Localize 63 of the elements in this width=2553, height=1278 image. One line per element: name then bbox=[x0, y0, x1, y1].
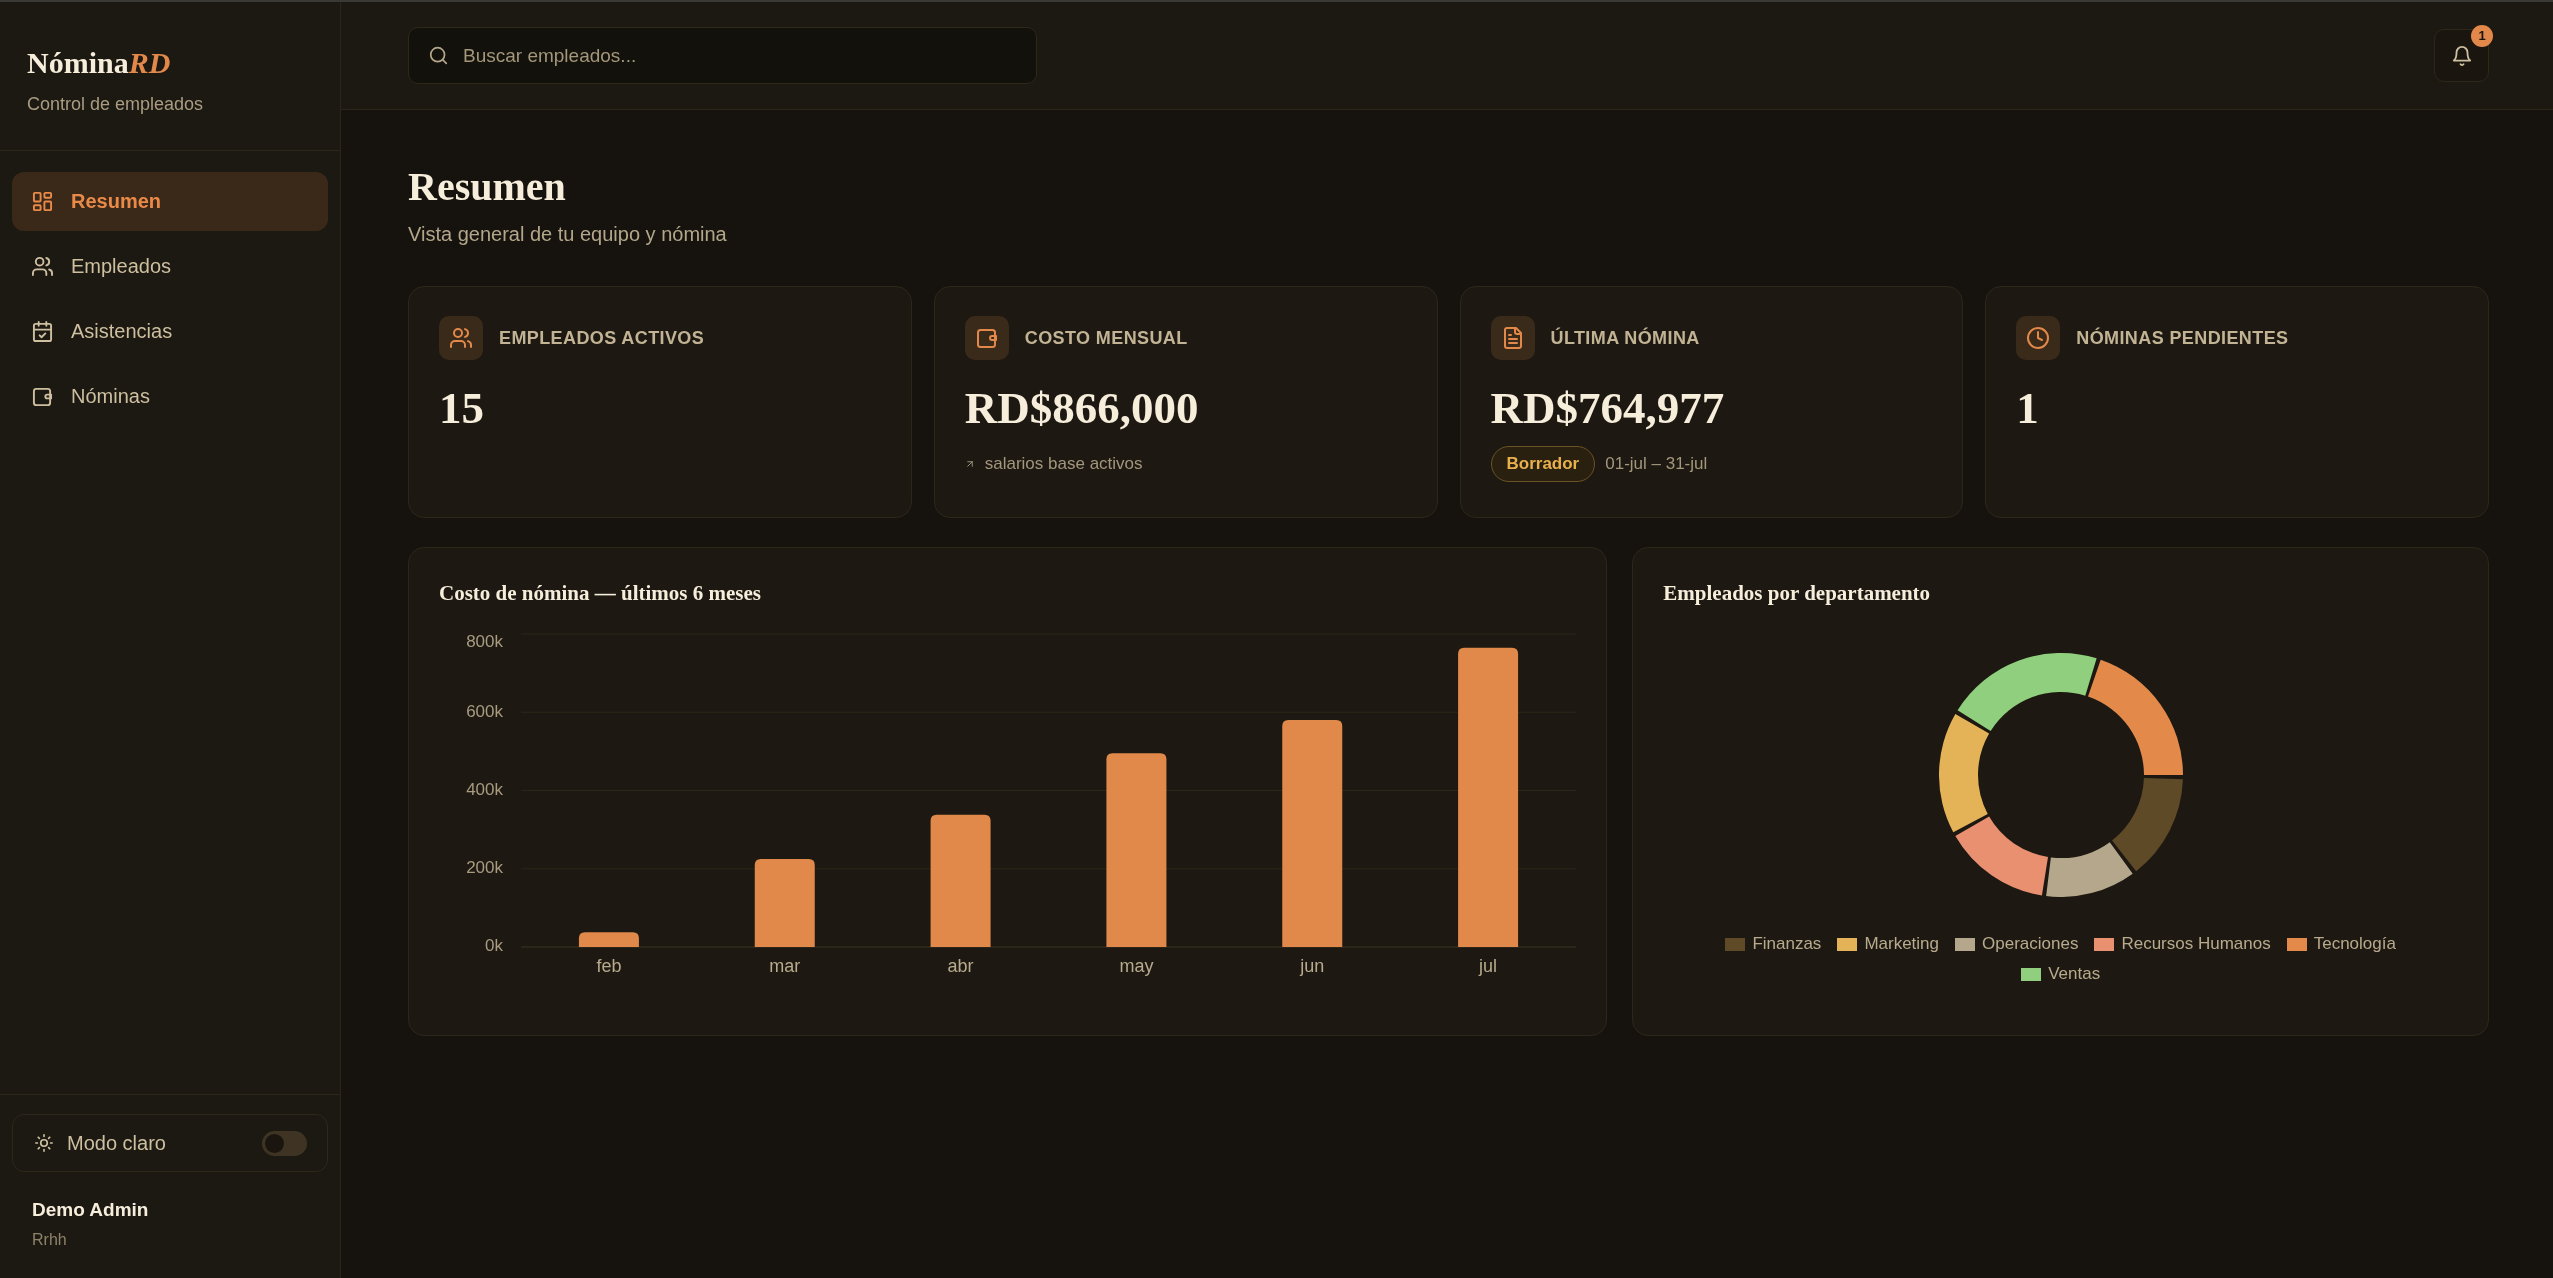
theme-label: Modo claro bbox=[67, 1131, 167, 1155]
period-text: 01-jul – 31-jul bbox=[1605, 454, 1708, 474]
axis-label: abr bbox=[947, 955, 974, 976]
nav-item[interactable]: Resumen bbox=[12, 172, 328, 231]
stat-label: NÓMINAS PENDIENTES bbox=[2076, 327, 2289, 349]
axis-label: jul bbox=[1479, 955, 1498, 976]
wallet-icon bbox=[964, 316, 1009, 360]
document-icon bbox=[1490, 316, 1535, 360]
stat-label: EMPLEADOS ACTIVOS bbox=[499, 327, 705, 349]
axis-label: mar bbox=[769, 955, 801, 976]
user-name: Demo Admin bbox=[32, 1198, 150, 1222]
legend-swatch-icon bbox=[1955, 937, 1975, 951]
legend-label: Tecnología bbox=[2313, 933, 2396, 955]
page-title: Resumen bbox=[408, 165, 567, 209]
legend-swatch-icon bbox=[2094, 937, 2115, 951]
legend-swatch-icon bbox=[1837, 937, 1858, 951]
clock-icon bbox=[2016, 316, 2061, 360]
axis-label: 600k bbox=[466, 701, 503, 721]
arrow-up-right-icon bbox=[964, 459, 975, 469]
stat-label: COSTO MENSUAL bbox=[1024, 327, 1188, 349]
stat-value: 15 bbox=[439, 384, 485, 432]
legend-swatch-icon bbox=[2021, 967, 2042, 981]
people-icon bbox=[439, 316, 483, 360]
chart-title: Empleados por departamento bbox=[1663, 580, 1932, 607]
search-field[interactable]: Buscar empleados... bbox=[408, 27, 1037, 84]
chart-title: Costo de nómina — últimos 6 meses bbox=[439, 580, 762, 607]
app-logo: NóminaRD bbox=[27, 45, 172, 81]
notification-badge: 1 bbox=[2471, 25, 2493, 47]
bell-icon bbox=[2451, 45, 2472, 66]
legend-swatch-icon bbox=[2286, 937, 2307, 951]
wallet-icon bbox=[32, 386, 53, 407]
nav-item[interactable]: Asistencias bbox=[12, 302, 328, 361]
axis-label: 800k bbox=[466, 632, 503, 652]
axis-label: 400k bbox=[466, 780, 503, 799]
bar bbox=[578, 932, 639, 947]
status-badge: Borrador bbox=[1490, 446, 1596, 482]
stat-value: 1 bbox=[2016, 384, 2040, 432]
toggle-switch[interactable] bbox=[262, 1130, 307, 1156]
calendar-check-icon bbox=[32, 321, 53, 342]
stat-value: RD$866,000 bbox=[964, 384, 1200, 432]
stat-note: salarios base activos bbox=[984, 454, 1143, 474]
axis-label: 0k bbox=[485, 936, 503, 956]
legend-label: Operaciones bbox=[1982, 933, 2079, 955]
legend-label: Marketing bbox=[1864, 933, 1939, 955]
grid-icon bbox=[32, 191, 53, 212]
app-subtitle: Control de empleados bbox=[27, 93, 205, 116]
sun-icon bbox=[35, 1134, 53, 1152]
nav-item[interactable]: Empleados bbox=[12, 237, 328, 296]
legend-label: Ventas bbox=[2048, 963, 2101, 985]
axis-label: 200k bbox=[466, 858, 503, 878]
legend-label: Finanzas bbox=[1752, 933, 1822, 955]
page-subtitle: Vista general de tu equipo y nómina bbox=[408, 222, 728, 247]
nav-item[interactable]: Nóminas bbox=[12, 367, 328, 426]
stat-label: ÚLTIMA NÓMINA bbox=[1550, 327, 1700, 349]
legend-swatch-icon bbox=[1725, 937, 1746, 951]
axis-label: feb bbox=[596, 955, 622, 976]
axis-label: jun bbox=[1300, 955, 1325, 976]
people-icon bbox=[32, 256, 53, 277]
stat-value: RD$764,977 bbox=[1490, 384, 1726, 432]
legend-label: Recursos Humanos bbox=[2121, 933, 2271, 955]
search-icon bbox=[429, 46, 448, 65]
user-role: Rrhh bbox=[32, 1230, 68, 1250]
axis-label: may bbox=[1119, 955, 1154, 976]
